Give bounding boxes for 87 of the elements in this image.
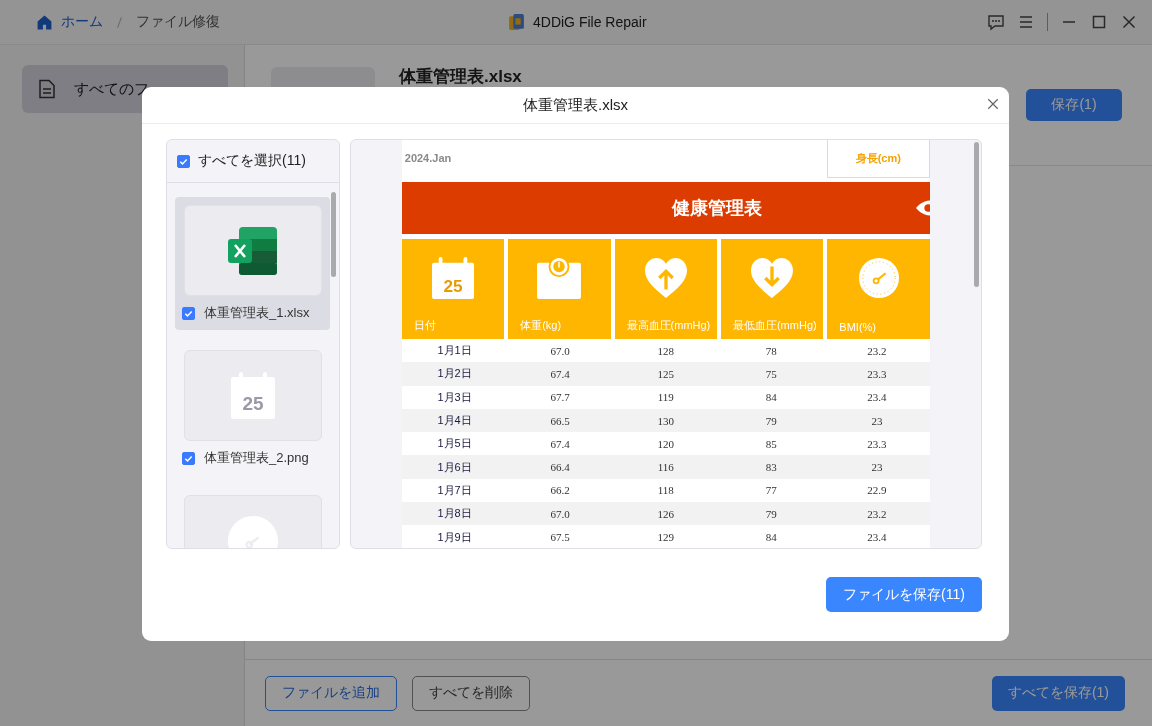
day-number: 25 <box>443 276 463 297</box>
select-all-label: すべてを選択(11) <box>198 152 306 170</box>
table-cell-text: 1月5日 <box>436 436 473 452</box>
table-cell-text: 67.7 <box>549 391 571 404</box>
day-number: 25 <box>242 392 264 414</box>
add-file-button[interactable]: ファイルを追加 <box>265 675 397 711</box>
table-cell-text: 23.2 <box>866 344 888 357</box>
menu-icon[interactable] <box>1017 13 1035 31</box>
table-cell-text: 23.3 <box>866 367 888 380</box>
calendar-icon <box>431 257 474 299</box>
column-label: 最高血圧(mmHg) <box>626 318 711 333</box>
table-cell-text: 130 <box>656 414 675 427</box>
close-icon[interactable] <box>1120 13 1138 31</box>
file-name: 体重管理表_2.png <box>204 449 309 467</box>
table-cell-text: 125 <box>656 367 675 380</box>
column-label: BMI(%) <box>839 321 877 333</box>
table-cell-text: 67.5 <box>549 531 571 543</box>
table-cell-text: 118 <box>656 484 675 497</box>
table-cell-text: 79 <box>764 507 778 520</box>
table-cell-text: 116 <box>656 461 675 474</box>
table-cell-text: 83 <box>764 461 778 474</box>
table-cell-text: 23 <box>870 461 884 474</box>
dialog-title: 体重管理表.xlsx <box>523 95 628 115</box>
table-cell-text: 84 <box>764 391 778 404</box>
table-cell-text: 119 <box>656 391 675 404</box>
delete-all-button[interactable]: すべてを削除 <box>412 675 530 711</box>
table-cell-text: 67.0 <box>549 344 571 357</box>
table-cell-text: 23.4 <box>866 391 888 404</box>
file-list-item[interactable]: 25 体重管理表_2.png <box>175 342 330 475</box>
table-cell-text: 1月3日 <box>436 389 473 405</box>
scrollbar[interactable] <box>330 192 336 277</box>
file-name: 体重管理表_1.xlsx <box>204 304 310 322</box>
table-cell-text: 1月8日 <box>436 506 473 522</box>
column-label: 日付 <box>413 318 436 333</box>
file-checkbox[interactable] <box>182 451 195 465</box>
table-cell-text: 1月4日 <box>436 413 473 429</box>
table-cell-text: 75 <box>764 367 778 380</box>
sheet-period: 2024.Jan <box>403 151 452 166</box>
scrollbar[interactable] <box>974 142 979 287</box>
table-cell-text: 67.0 <box>549 507 571 520</box>
table-cell-text: 126 <box>656 507 675 520</box>
document-icon <box>38 79 56 99</box>
save-files-button[interactable]: ファイルを保存(11) <box>826 577 982 612</box>
table-cell-text: 120 <box>656 437 675 450</box>
table-cell-text: 79 <box>764 414 778 427</box>
column-label: 体重(kg) <box>520 318 562 333</box>
table-cell-text: 22.9 <box>866 484 888 497</box>
app-logo-icon <box>508 12 525 32</box>
file-list-item[interactable]: 体重管理表_1.xlsx <box>175 197 330 330</box>
home-icon[interactable] <box>36 13 53 31</box>
table-cell-text: 1月2日 <box>436 366 473 382</box>
table-cell-text: 84 <box>764 531 778 543</box>
table-cell-text: 77 <box>764 484 778 497</box>
scale-icon <box>536 257 583 299</box>
maximize-icon[interactable] <box>1090 13 1108 31</box>
table-cell-text: 66.2 <box>549 484 571 497</box>
save-button[interactable]: 保存(1) <box>1026 89 1122 121</box>
table-cell-text: 129 <box>656 531 675 543</box>
table-cell-text: 1月9日 <box>436 529 473 545</box>
table-cell-text: 23.3 <box>866 437 888 450</box>
save-all-button[interactable]: すべてを保存(1) <box>991 675 1125 711</box>
heart-up-arrow-icon <box>642 257 689 299</box>
heart-down-arrow-icon <box>749 257 796 299</box>
table-cell-text: 66.5 <box>549 414 571 427</box>
feedback-icon[interactable] <box>987 13 1005 31</box>
table-cell-text: 128 <box>656 344 675 357</box>
window-title: 4DDiG File Repair <box>533 14 647 30</box>
select-all-checkbox[interactable] <box>177 154 190 168</box>
table-cell-text: 85 <box>764 437 778 450</box>
table-cell-text: 78 <box>764 344 778 357</box>
table-cell-text: 23.2 <box>866 507 888 520</box>
table-cell-text: 23.4 <box>866 531 888 543</box>
height-label: 身長(cm) <box>826 140 930 178</box>
column-label: 最低血圧(mmHg) <box>732 318 817 333</box>
table-cell-text: 1月7日 <box>436 482 473 498</box>
file-checkbox[interactable] <box>182 306 195 320</box>
table-cell-text: 23 <box>870 414 884 427</box>
table-cell-text: 1月6日 <box>436 459 473 475</box>
home-link[interactable]: ホーム <box>61 13 103 31</box>
close-icon[interactable] <box>987 98 999 110</box>
table-cell-text: 67.4 <box>549 437 571 450</box>
table-cell-text: 66.4 <box>549 461 571 474</box>
table-cell-text: 67.4 <box>549 367 571 380</box>
breadcrumb-current: ファイル修復 <box>136 13 220 31</box>
table-cell-text: 1月1日 <box>436 343 473 359</box>
sheet-title: 健康管理表 <box>671 197 762 220</box>
file-name: 体重管理表.xlsx <box>399 67 523 86</box>
